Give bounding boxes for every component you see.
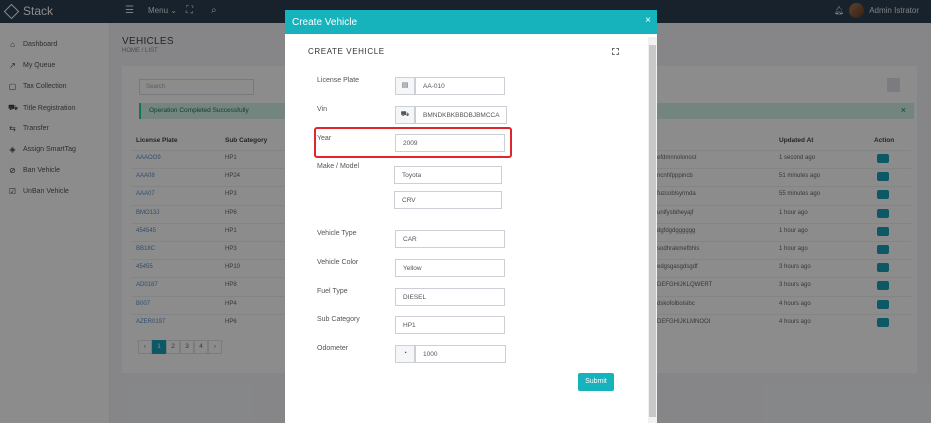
- make-field[interactable]: Toyota: [394, 166, 502, 184]
- gauge-icon: ◔: [395, 345, 415, 363]
- fuel-type-label: Fuel Type: [317, 288, 348, 295]
- year-highlight-box: [314, 127, 512, 158]
- make-model-label: Make / Model: [317, 163, 360, 170]
- expand-icon[interactable]: [612, 48, 619, 55]
- sub-category-select[interactable]: HP1: [395, 316, 505, 334]
- vehicle-color-label: Vehicle Color: [317, 259, 359, 266]
- vehicle-type-select[interactable]: CAR: [395, 230, 505, 248]
- vehicle-type-label: Vehicle Type: [317, 230, 357, 237]
- odometer-field[interactable]: 1000: [415, 345, 506, 363]
- license-plate-label: License Plate: [317, 77, 360, 84]
- fuel-type-select[interactable]: DIESEL: [395, 288, 505, 306]
- car-icon: ⛟: [395, 106, 415, 124]
- license-plate-field[interactable]: AA-010: [415, 77, 505, 95]
- modal-header: Create Vehicle ×: [285, 10, 657, 34]
- modal-scrollbar[interactable]: [648, 37, 657, 423]
- form-title: CREATE VEHICLE: [308, 47, 385, 56]
- odometer-label: Odometer: [317, 345, 349, 352]
- close-icon[interactable]: ×: [645, 15, 651, 26]
- submit-button[interactable]: Submit: [578, 373, 614, 391]
- sub-category-label: Sub Category: [317, 316, 360, 323]
- vehicle-color-select[interactable]: Yellow: [395, 259, 505, 277]
- license-plate-icon: ▤: [395, 77, 415, 95]
- vin-field[interactable]: BMNDKBKBBDBJBMCCA: [415, 106, 507, 124]
- vin-label: Vin: [317, 106, 327, 113]
- model-field[interactable]: CRV: [394, 191, 502, 209]
- create-vehicle-modal: Create Vehicle × CREATE VEHICLE License …: [285, 10, 657, 423]
- modal-title: Create Vehicle: [292, 17, 358, 28]
- scrollbar-thumb[interactable]: [649, 45, 656, 417]
